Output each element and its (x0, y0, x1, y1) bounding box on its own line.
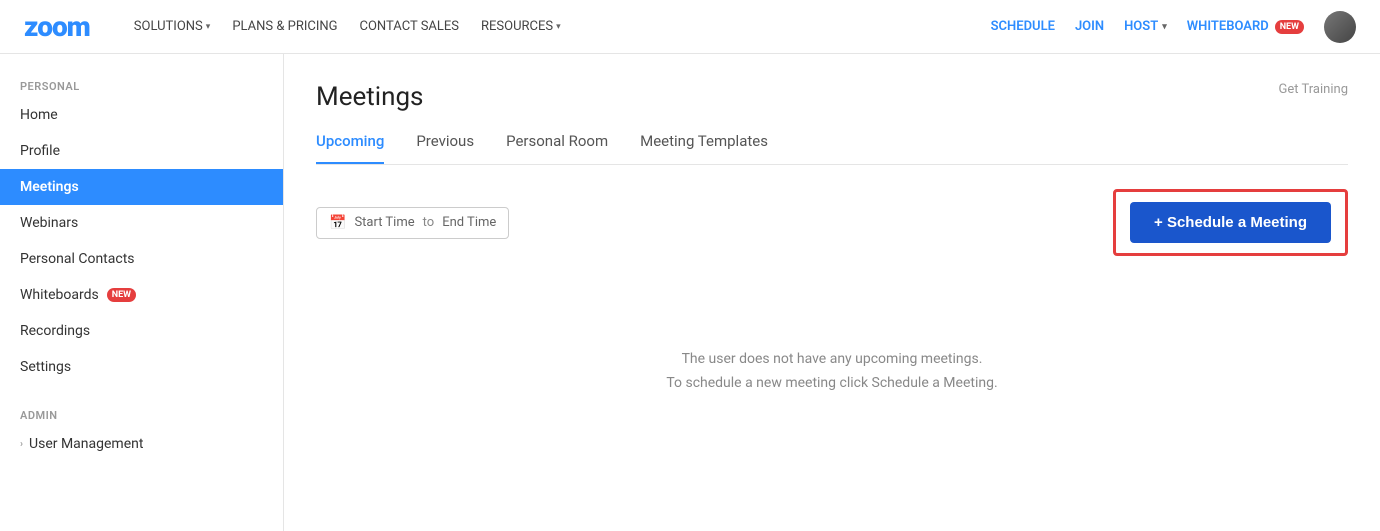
tab-meeting-templates[interactable]: Meeting Templates (640, 132, 768, 164)
tab-upcoming[interactable]: Upcoming (316, 132, 384, 164)
tab-previous[interactable]: Previous (416, 132, 474, 164)
body-layout: PERSONAL Home Profile Meetings Webinars … (0, 54, 1380, 531)
end-time-placeholder: End Time (442, 215, 496, 230)
topnav-right-actions: SCHEDULE JOIN HOST ▾ WHITEBOARD NEW (991, 11, 1356, 43)
calendar-icon: 📅 (329, 215, 346, 231)
schedule-button-highlight: + Schedule a Meeting (1113, 189, 1348, 256)
meetings-tabs: Upcoming Previous Personal Room Meeting … (316, 132, 1348, 165)
whiteboard-new-badge: NEW (1275, 20, 1304, 34)
personal-section-label: PERSONAL (0, 72, 283, 97)
empty-state-line1: The user does not have any upcoming meet… (682, 351, 983, 367)
sidebar-item-whiteboards[interactable]: Whiteboards NEW (0, 277, 283, 313)
nav-solutions[interactable]: SOLUTIONS ▾ (134, 19, 211, 34)
sidebar: PERSONAL Home Profile Meetings Webinars … (0, 54, 284, 531)
sidebar-item-settings[interactable]: Settings (0, 349, 283, 385)
page-title: Meetings (316, 82, 423, 112)
start-time-placeholder: Start Time (354, 215, 414, 230)
date-range-picker[interactable]: 📅 Start Time to End Time (316, 207, 509, 239)
nav-contact-sales[interactable]: CONTACT SALES (360, 19, 459, 34)
join-action[interactable]: JOIN (1075, 19, 1104, 34)
schedule-action[interactable]: SCHEDULE (991, 19, 1055, 34)
host-action[interactable]: HOST ▾ (1124, 19, 1167, 34)
sidebar-item-personal-contacts[interactable]: Personal Contacts (0, 241, 283, 277)
toolbar-row: 📅 Start Time to End Time + Schedule a Me… (316, 189, 1348, 256)
sidebar-item-user-management[interactable]: › User Management (0, 426, 283, 462)
sidebar-item-home[interactable]: Home (0, 97, 283, 133)
sidebar-item-profile[interactable]: Profile (0, 133, 283, 169)
sidebar-item-recordings[interactable]: Recordings (0, 313, 283, 349)
date-separator: to (423, 215, 435, 230)
user-management-chevron-icon: › (20, 439, 23, 450)
whiteboards-new-badge: NEW (107, 288, 136, 302)
nav-resources[interactable]: RESOURCES ▾ (481, 19, 561, 34)
sidebar-item-meetings[interactable]: Meetings (0, 169, 283, 205)
empty-state-line2: To schedule a new meeting click Schedule… (666, 375, 997, 391)
resources-chevron-icon: ▾ (556, 22, 561, 32)
schedule-meeting-button[interactable]: + Schedule a Meeting (1130, 202, 1331, 243)
topnav-left-links: SOLUTIONS ▾ PLANS & PRICING CONTACT SALE… (134, 19, 561, 34)
user-avatar[interactable] (1324, 11, 1356, 43)
nav-plans-pricing[interactable]: PLANS & PRICING (232, 19, 337, 34)
main-header: Meetings Get Training (316, 82, 1348, 112)
get-training-link[interactable]: Get Training (1279, 82, 1348, 97)
host-chevron-icon: ▾ (1162, 22, 1167, 32)
sidebar-item-webinars[interactable]: Webinars (0, 205, 283, 241)
tab-personal-room[interactable]: Personal Room (506, 132, 608, 164)
whiteboard-action[interactable]: WHITEBOARD NEW (1187, 19, 1304, 34)
solutions-chevron-icon: ▾ (206, 22, 211, 32)
zoom-logo[interactable]: zoom (24, 10, 90, 43)
topnav: zoom SOLUTIONS ▾ PLANS & PRICING CONTACT… (0, 0, 1380, 54)
empty-state: The user does not have any upcoming meet… (316, 288, 1348, 416)
main-content: Meetings Get Training Upcoming Previous … (284, 54, 1380, 531)
admin-section-label: ADMIN (0, 401, 283, 426)
